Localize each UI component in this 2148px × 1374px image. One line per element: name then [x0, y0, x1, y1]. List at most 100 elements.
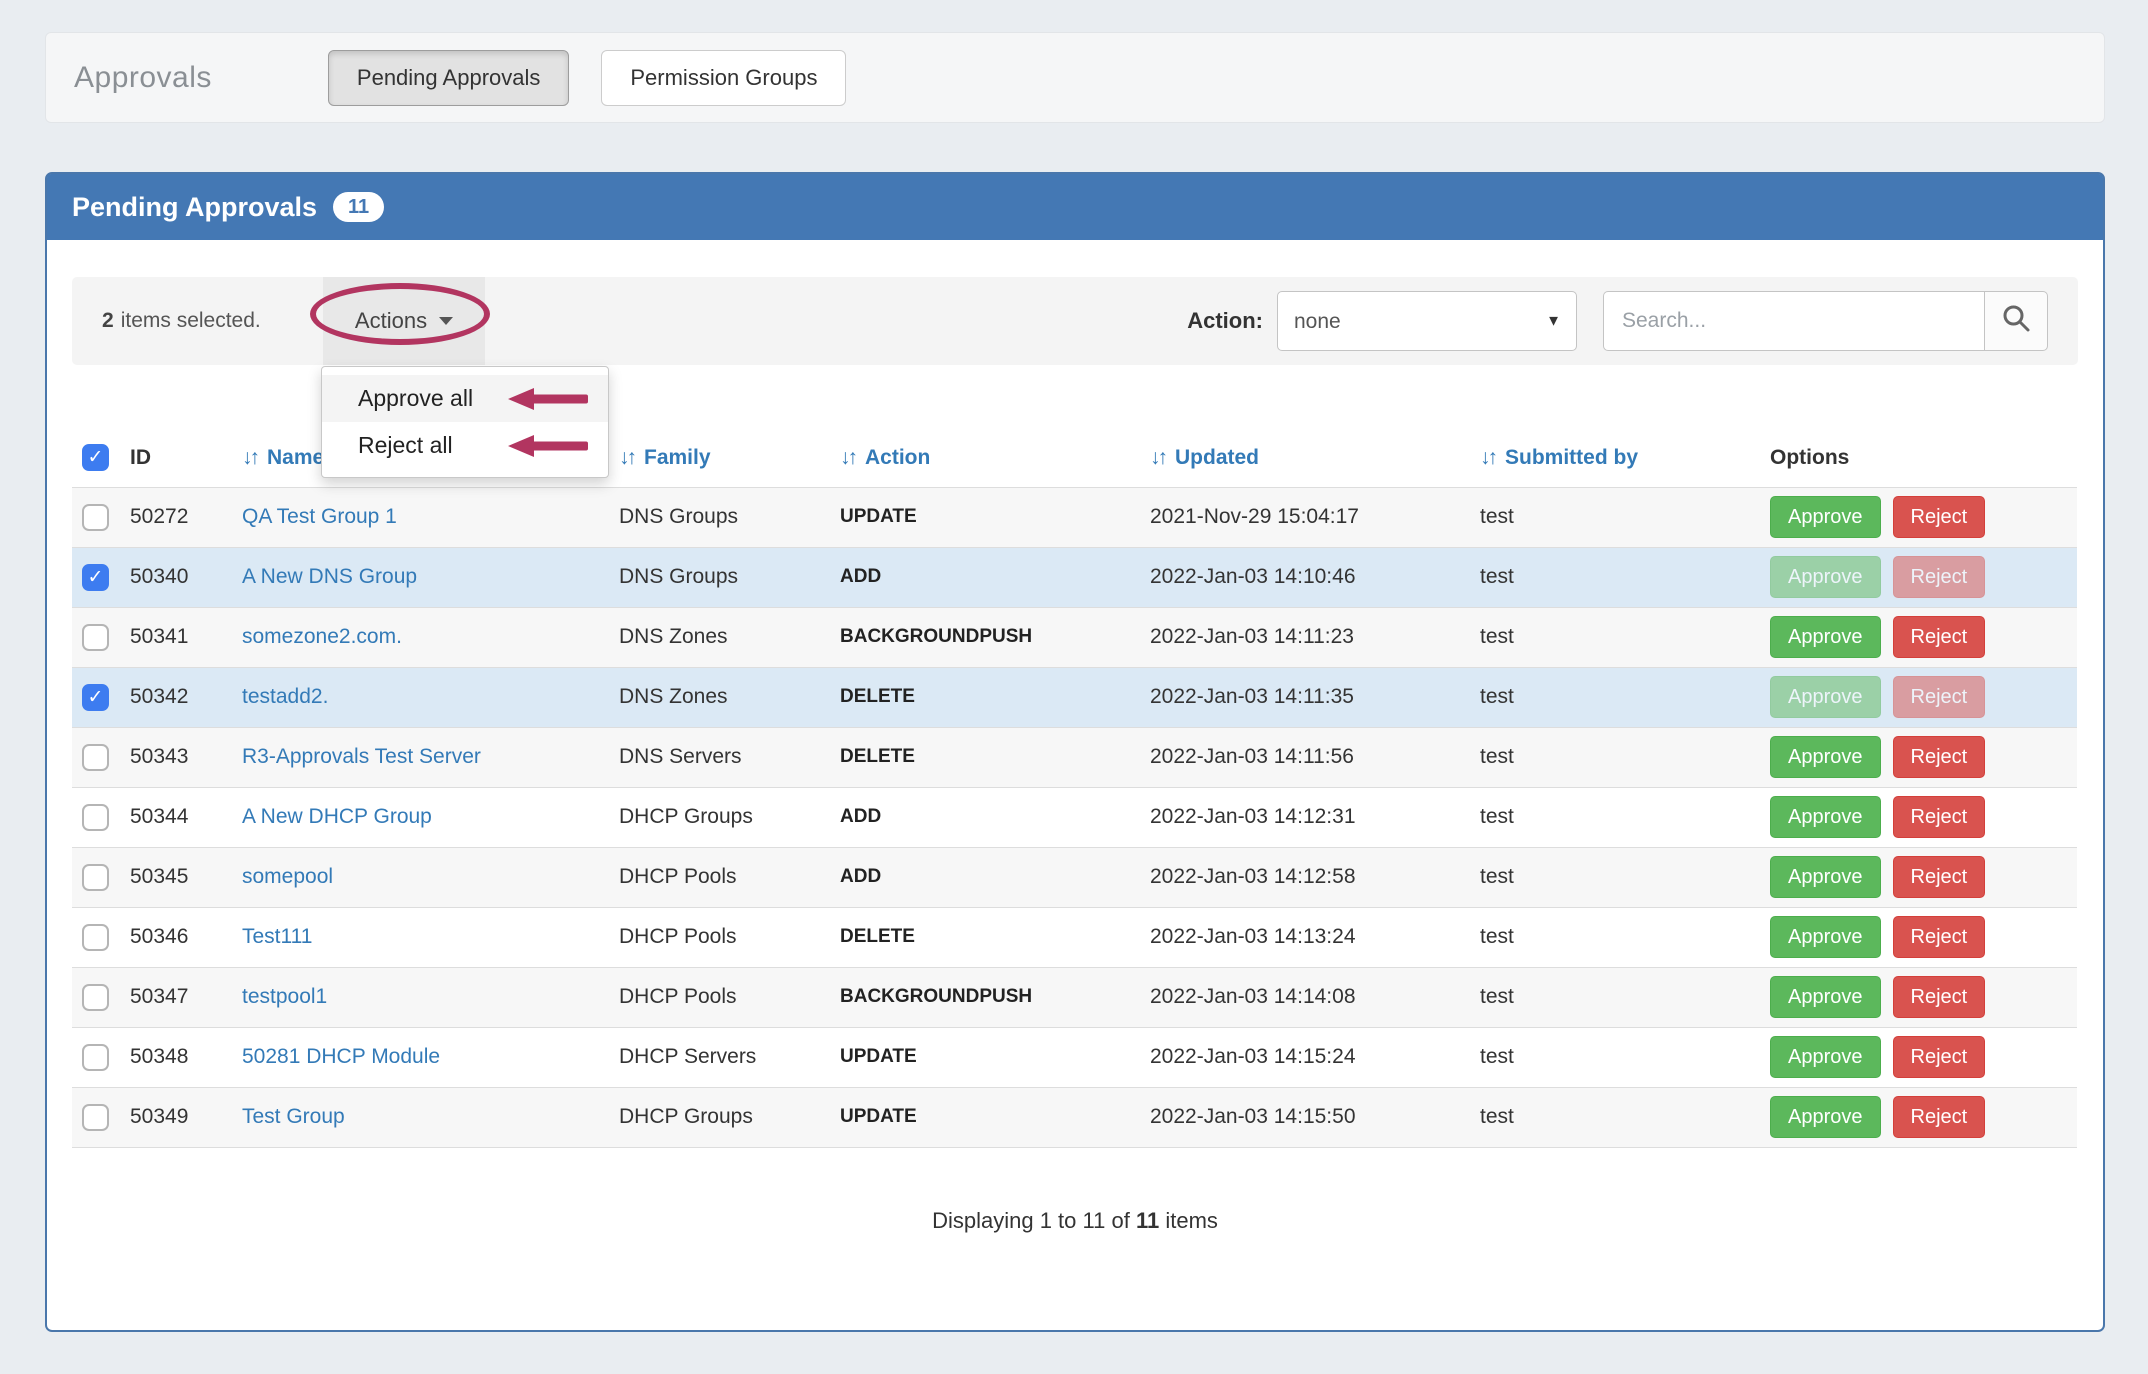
actions-label: Actions [355, 308, 427, 334]
row-checkbox[interactable]: ✓ [82, 684, 109, 711]
row-id: 50344 [120, 787, 232, 847]
reject-button[interactable]: Reject [1893, 616, 1986, 658]
table-row: ✓50340A New DNS GroupDNS GroupsADD2022-J… [72, 547, 2077, 607]
reject-button[interactable]: Reject [1893, 916, 1986, 958]
search-input[interactable] [1603, 291, 1984, 351]
reject-button[interactable]: Reject [1893, 1096, 1986, 1138]
row-name-cell: A New DHCP Group [232, 787, 609, 847]
row-options-cell: Approve Reject [1760, 967, 2077, 1027]
row-checkbox[interactable] [82, 1104, 109, 1131]
menu-item-reject-all[interactable]: Reject all [322, 422, 608, 469]
reject-button[interactable]: Reject [1893, 1036, 1986, 1078]
row-checkbox-cell [72, 727, 120, 787]
reject-button[interactable]: Reject [1893, 976, 1986, 1018]
approve-button[interactable]: Approve [1770, 1096, 1881, 1138]
row-family: DNS Groups [609, 547, 830, 607]
row-checkbox[interactable] [82, 984, 109, 1011]
menu-item-approve-all[interactable]: Approve all [322, 375, 608, 422]
row-name-link[interactable]: somepool [242, 865, 333, 888]
action-select-wrap: none ▼ [1277, 291, 1577, 351]
reject-button[interactable]: Reject [1893, 736, 1986, 778]
row-id: 50343 [120, 727, 232, 787]
reject-button[interactable]: Reject [1893, 676, 1986, 718]
count-badge: 11 [333, 192, 384, 222]
row-submitted-by: test [1470, 907, 1760, 967]
row-submitted-by: test [1470, 607, 1760, 667]
row-action: UPDATE [830, 1087, 1140, 1147]
row-name-cell: somezone2.com. [232, 607, 609, 667]
row-name-link[interactable]: A New DNS Group [242, 565, 417, 588]
row-submitted-by: test [1470, 667, 1760, 727]
column-header-updated[interactable]: ↓↑Updated [1140, 429, 1470, 487]
column-header-family[interactable]: ↓↑Family [609, 429, 830, 487]
approve-button[interactable]: Approve [1770, 796, 1881, 838]
row-updated: 2021-Nov-29 15:04:17 [1140, 487, 1470, 547]
column-header-action[interactable]: ↓↑Action [830, 429, 1140, 487]
actions-dropdown-button[interactable]: Actions [323, 277, 485, 365]
row-options-cell: Approve Reject [1760, 487, 2077, 547]
row-name-link[interactable]: somezone2.com. [242, 625, 402, 648]
tab-pending-approvals[interactable]: Pending Approvals [328, 50, 569, 106]
column-header-submitted-by[interactable]: ↓↑Submitted by [1470, 429, 1760, 487]
reject-button[interactable]: Reject [1893, 496, 1986, 538]
row-checkbox[interactable] [82, 804, 109, 831]
menu-item-label: Reject all [358, 432, 453, 459]
row-action: ADD [830, 787, 1140, 847]
approve-button[interactable]: Approve [1770, 556, 1881, 598]
action-select[interactable]: none [1277, 291, 1577, 351]
column-header-label: ID [130, 446, 151, 469]
select-all-checkbox[interactable]: ✓ [82, 444, 109, 471]
row-name-cell: testpool1 [232, 967, 609, 1027]
row-action: ADD [830, 547, 1140, 607]
row-name-link[interactable]: 50281 DHCP Module [242, 1045, 440, 1068]
pagination-total: 11 [1136, 1208, 1159, 1233]
row-checkbox[interactable] [82, 1044, 109, 1071]
row-action: ADD [830, 847, 1140, 907]
tab-permission-groups[interactable]: Permission Groups [601, 50, 846, 106]
search-button[interactable] [1984, 291, 2048, 351]
row-name-cell: somepool [232, 847, 609, 907]
row-name-cell: QA Test Group 1 [232, 487, 609, 547]
row-checkbox[interactable] [82, 624, 109, 651]
row-checkbox[interactable]: ✓ [82, 564, 109, 591]
row-options-cell: Approve Reject [1760, 1027, 2077, 1087]
row-name-link[interactable]: testpool1 [242, 985, 327, 1008]
row-checkbox[interactable] [82, 744, 109, 771]
approve-button[interactable]: Approve [1770, 496, 1881, 538]
pagination-status: Displaying 1 to 11 of 11 items [72, 1208, 2078, 1234]
reject-button[interactable]: Reject [1893, 856, 1986, 898]
row-name-link[interactable]: Test111 [242, 925, 312, 948]
reject-button[interactable]: Reject [1893, 796, 1986, 838]
row-family: DNS Zones [609, 667, 830, 727]
row-submitted-by: test [1470, 727, 1760, 787]
row-updated: 2022-Jan-03 14:13:24 [1140, 907, 1470, 967]
table-row: 50347testpool1DHCP PoolsBACKGROUNDPUSH20… [72, 967, 2077, 1027]
approve-button[interactable]: Approve [1770, 676, 1881, 718]
sort-icon: ↓↑ [1480, 446, 1495, 469]
reject-button[interactable]: Reject [1893, 556, 1986, 598]
row-name-link[interactable]: R3-Approvals Test Server [242, 745, 481, 768]
row-name-cell: 50281 DHCP Module [232, 1027, 609, 1087]
row-checkbox[interactable] [82, 864, 109, 891]
row-submitted-by: test [1470, 547, 1760, 607]
row-name-link[interactable]: Test Group [242, 1105, 345, 1128]
row-checkbox[interactable] [82, 924, 109, 951]
approve-button[interactable]: Approve [1770, 736, 1881, 778]
row-checkbox[interactable] [82, 504, 109, 531]
row-name-link[interactable]: A New DHCP Group [242, 805, 432, 828]
table-row: 50344A New DHCP GroupDHCP GroupsADD2022-… [72, 787, 2077, 847]
row-name-link[interactable]: QA Test Group 1 [242, 505, 397, 528]
approve-button[interactable]: Approve [1770, 976, 1881, 1018]
approve-button[interactable]: Approve [1770, 1036, 1881, 1078]
approve-button[interactable]: Approve [1770, 616, 1881, 658]
row-options-cell: Approve Reject [1760, 667, 2077, 727]
approve-button[interactable]: Approve [1770, 916, 1881, 958]
row-updated: 2022-Jan-03 14:11:23 [1140, 607, 1470, 667]
page: Approvals Pending Approvals Permission G… [0, 0, 2148, 1374]
row-name-link[interactable]: testadd2. [242, 685, 328, 708]
approve-button[interactable]: Approve [1770, 856, 1881, 898]
row-updated: 2022-Jan-03 14:11:35 [1140, 667, 1470, 727]
row-options-cell: Approve Reject [1760, 787, 2077, 847]
toolbar-right: Action: none ▼ [1187, 291, 2048, 351]
search-group [1603, 291, 2048, 351]
